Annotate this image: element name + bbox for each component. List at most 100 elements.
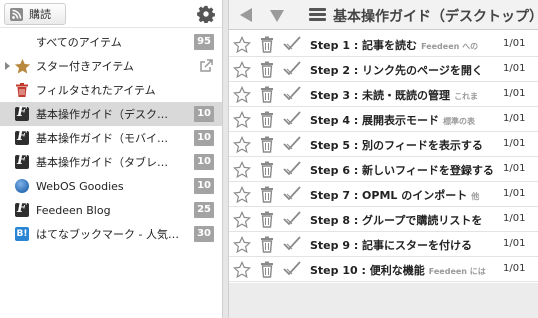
entry-title-text: Step 3 : 未読・既読の管理 bbox=[310, 89, 451, 102]
star-outline-icon[interactable] bbox=[233, 61, 251, 79]
check-icon[interactable] bbox=[283, 186, 301, 202]
feed-title: 基本操作ガイド（デスクトップ） bbox=[333, 9, 538, 25]
feedeen-icon: F bbox=[15, 201, 29, 217]
entry-row[interactable]: Step 7 : OPML のインポート他 1/01 bbox=[229, 182, 538, 207]
sidebar-item-guide-tablet[interactable]: F 基本操作ガイド（タブレ… 10 bbox=[0, 150, 222, 174]
entry-pane: 基本操作ガイド（デスクトップ） Step 1 : 記事を読む Feedeen への… bbox=[229, 0, 538, 318]
entry-title-text: Step 1 : 記事を読む bbox=[310, 39, 418, 52]
check-icon[interactable] bbox=[283, 136, 301, 152]
star-outline-icon[interactable] bbox=[233, 136, 251, 154]
entry-row[interactable]: Step 4 : 展開表示モード 標準の表 1/01 bbox=[229, 107, 538, 132]
entry-date: 1/01 bbox=[503, 113, 526, 124]
entry-title-text: Step 9 : 記事にスターを付ける bbox=[310, 239, 473, 252]
sidebar-item-filtered[interactable]: フィルタされたアイテム bbox=[0, 78, 222, 102]
sidebar-item-all[interactable]: すべてのアイテム 95 bbox=[0, 30, 222, 54]
sidebar-item-label: スター付きアイテム bbox=[36, 60, 134, 73]
entry-title: Step 1 : 記事を読む Feedeen への bbox=[310, 37, 498, 53]
trash-icon[interactable] bbox=[260, 61, 274, 78]
sidebar-item-feedeen-blog[interactable]: F Feedeen Blog 25 bbox=[0, 198, 222, 222]
star-outline-icon[interactable] bbox=[233, 161, 251, 179]
entry-snippet: 標準の表 bbox=[443, 117, 476, 126]
sidebar-item-label: はてなブックマーク - 人気… bbox=[36, 228, 179, 241]
check-icon[interactable] bbox=[283, 236, 301, 252]
star-outline-icon[interactable] bbox=[233, 236, 251, 254]
entry-title-text: Step 8 : グループで購読リストを bbox=[310, 214, 483, 227]
feedeen-icon: F bbox=[15, 129, 29, 145]
entry-row[interactable]: Step 8 : グループで購読リストを 1/01 bbox=[229, 207, 538, 232]
sidebar-item-guide-mobile[interactable]: F 基本操作ガイド（モバイ… 10 bbox=[0, 126, 222, 150]
next-arrow-down-icon[interactable] bbox=[269, 9, 285, 23]
sidebar-header: 購読 bbox=[0, 0, 222, 28]
gear-icon[interactable] bbox=[197, 5, 215, 23]
star-outline-icon[interactable] bbox=[233, 211, 251, 229]
subscribe-button[interactable]: 購読 bbox=[4, 3, 66, 25]
entry-date: 1/01 bbox=[503, 263, 526, 274]
entry-title: Step 10 : 便利な機能 Feedeen には bbox=[310, 262, 498, 278]
menu-icon[interactable] bbox=[309, 8, 326, 22]
entry-title: Step 8 : グループで購読リストを bbox=[310, 212, 498, 228]
trash-icon[interactable] bbox=[260, 236, 274, 253]
feedeen-icon: F bbox=[15, 153, 29, 169]
unread-count-badge: 10 bbox=[194, 106, 214, 122]
previous-arrow-icon[interactable] bbox=[239, 7, 253, 23]
entry-title-text: Step 2 : リンク先のページを開く bbox=[310, 64, 483, 77]
check-icon[interactable] bbox=[283, 86, 301, 102]
star-outline-icon[interactable] bbox=[233, 186, 251, 204]
feedeen-icon: F bbox=[15, 105, 29, 121]
star-outline-icon[interactable] bbox=[233, 36, 251, 54]
check-icon[interactable] bbox=[283, 211, 301, 227]
entry-title-text: Step 7 : OPML のインポート bbox=[310, 189, 468, 202]
entry-row[interactable]: Step 5 : 別のフィードを表示する 1/01 bbox=[229, 132, 538, 157]
entry-title: Step 5 : 別のフィードを表示する bbox=[310, 137, 498, 153]
pane-splitter[interactable] bbox=[222, 0, 229, 318]
entry-title: Step 7 : OPML のインポート他 bbox=[310, 187, 498, 203]
entry-title-text: Step 4 : 展開表示モード bbox=[310, 114, 440, 127]
sidebar-item-starred[interactable]: スター付きアイテム bbox=[0, 54, 222, 78]
entry-title-text: Step 5 : 別のフィードを表示する bbox=[310, 139, 483, 152]
trash-icon[interactable] bbox=[260, 161, 274, 178]
sidebar-item-label: Feedeen Blog bbox=[36, 203, 111, 217]
unread-count-badge: 10 bbox=[194, 154, 214, 170]
check-icon[interactable] bbox=[283, 36, 301, 52]
check-icon[interactable] bbox=[283, 61, 301, 77]
globe-icon bbox=[15, 179, 29, 193]
hatena-bookmark-icon: B! bbox=[15, 227, 29, 241]
trash-icon[interactable] bbox=[260, 136, 274, 153]
check-icon[interactable] bbox=[283, 111, 301, 127]
entry-toolbar: 基本操作ガイド（デスクトップ） bbox=[229, 0, 538, 30]
entry-row[interactable]: Step 3 : 未読・既読の管理 これま 1/01 bbox=[229, 82, 538, 107]
trash-icon[interactable] bbox=[260, 86, 274, 103]
expand-arrow-icon[interactable] bbox=[5, 62, 10, 70]
star-outline-icon[interactable] bbox=[233, 261, 251, 279]
entry-date: 1/01 bbox=[503, 88, 526, 99]
entry-title: Step 2 : リンク先のページを開く bbox=[310, 62, 498, 78]
check-icon[interactable] bbox=[283, 261, 301, 277]
entry-list-footer bbox=[229, 283, 538, 318]
entry-row[interactable]: Step 9 : 記事にスターを付ける 1/01 bbox=[229, 232, 538, 257]
entry-title: Step 4 : 展開表示モード 標準の表 bbox=[310, 112, 498, 128]
entry-snippet: 他 bbox=[471, 192, 480, 201]
trash-icon bbox=[16, 83, 28, 97]
entry-date: 1/01 bbox=[503, 163, 526, 174]
trash-icon[interactable] bbox=[260, 211, 274, 228]
entry-row[interactable]: Step 2 : リンク先のページを開く 1/01 bbox=[229, 57, 538, 82]
entry-row[interactable]: Step 6 : 新しいフィードを登録する 1/01 bbox=[229, 157, 538, 182]
sidebar-item-guide-desktop[interactable]: F 基本操作ガイド（デスク… 10 bbox=[0, 102, 222, 126]
sidebar-item-webos-goodies[interactable]: WebOS Goodies 10 bbox=[0, 174, 222, 198]
entry-date: 1/01 bbox=[503, 213, 526, 224]
external-link-icon[interactable] bbox=[199, 59, 213, 73]
entry-row[interactable]: Step 10 : 便利な機能 Feedeen には 1/01 bbox=[229, 257, 538, 282]
entry-date: 1/01 bbox=[503, 188, 526, 199]
entry-title: Step 3 : 未読・既読の管理 これま bbox=[310, 87, 498, 103]
check-icon[interactable] bbox=[283, 161, 301, 177]
star-outline-icon[interactable] bbox=[233, 86, 251, 104]
trash-icon[interactable] bbox=[260, 261, 274, 278]
star-outline-icon[interactable] bbox=[233, 111, 251, 129]
entry-snippet: Feedeen への bbox=[421, 42, 479, 51]
trash-icon[interactable] bbox=[260, 111, 274, 128]
trash-icon[interactable] bbox=[260, 186, 274, 203]
sidebar-item-label: WebOS Goodies bbox=[36, 179, 124, 193]
trash-icon[interactable] bbox=[260, 36, 274, 53]
entry-row[interactable]: Step 1 : 記事を読む Feedeen への 1/01 bbox=[229, 32, 538, 57]
sidebar-item-hatena-bookmark[interactable]: B! はてなブックマーク - 人気… 30 bbox=[0, 222, 222, 246]
